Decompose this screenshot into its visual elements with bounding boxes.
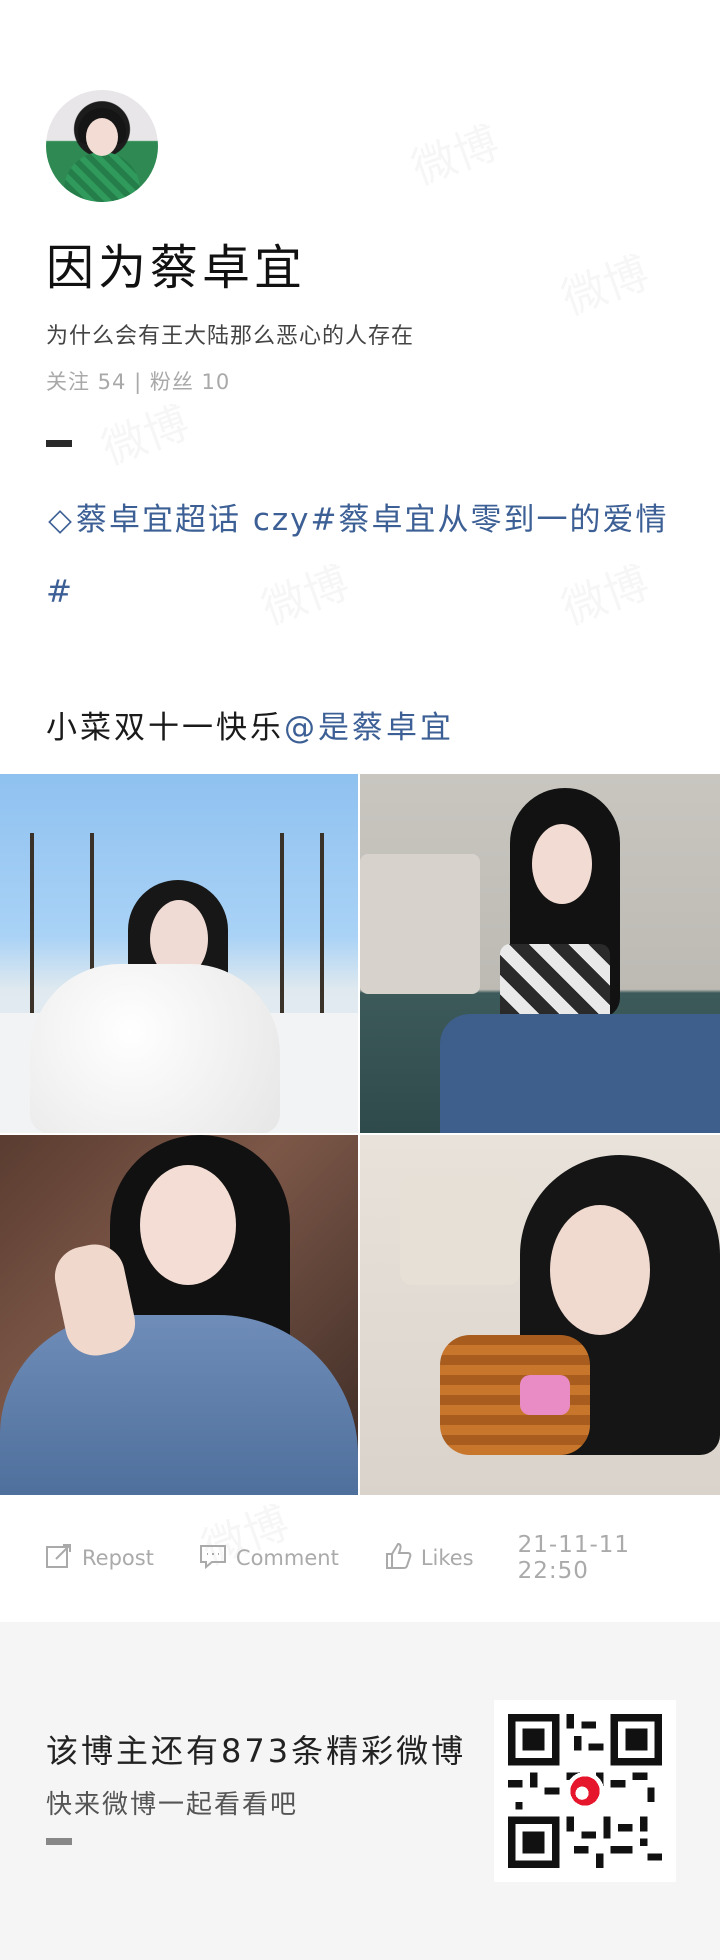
weibo-share-card: 微博 微博 微博 微博 微博 微博 因为蔡卓宜 为什么会有王大陆那么恶心的人存在…	[0, 0, 720, 1960]
qr-code[interactable]	[494, 1700, 676, 1882]
post-body: 小菜双十一快乐	[46, 710, 284, 746]
footer-subtitle: 快来微博一起看看吧	[46, 1790, 299, 1820]
post-timestamp: 21-11-11 22:50	[517, 1532, 631, 1584]
follow-stats: 关注 54 | 粉丝 10	[46, 370, 231, 394]
white-coat	[30, 964, 280, 1133]
photo-2[interactable]	[360, 774, 720, 1133]
photo-grid	[0, 774, 720, 1495]
avatar-coat	[64, 152, 140, 202]
pillow	[400, 1175, 520, 1285]
repost-button[interactable]: Repost	[44, 1541, 154, 1576]
bio: 为什么会有王大陆那么恶心的人存在	[46, 324, 415, 349]
topic-link[interactable]: ◇蔡卓宜超话 czy#蔡卓宜从零到一的爱情#	[46, 484, 676, 628]
qr-code-icon	[508, 1714, 662, 1868]
avatar[interactable]	[46, 90, 158, 202]
footer-promo: 该博主还有873条精彩微博 快来微博一起看看吧	[0, 1622, 720, 1960]
tree	[30, 833, 34, 1023]
topic-text: 蔡卓宜超话 czy#蔡卓宜从零到一的爱情#	[46, 502, 669, 610]
denim-jacket	[0, 1315, 358, 1495]
photo-1[interactable]	[0, 774, 358, 1133]
jeans	[440, 1014, 720, 1133]
photo-4[interactable]	[360, 1135, 720, 1495]
mention-link[interactable]: @是蔡卓宜	[284, 710, 454, 746]
action-bar: Repost Comment Likes 21-11-11 22:50	[44, 1532, 684, 1584]
sofa	[360, 854, 480, 994]
username[interactable]: 因为蔡卓宜	[46, 228, 306, 298]
comment-label: Comment	[235, 1546, 339, 1570]
thumbs-up-icon	[383, 1541, 413, 1576]
comment-icon	[198, 1541, 228, 1576]
avatar-face	[86, 118, 118, 156]
tree	[320, 833, 324, 1023]
photo-3[interactable]	[0, 1135, 358, 1495]
footer-title: 该博主还有873条精彩微博	[46, 1732, 467, 1770]
photo-face	[550, 1205, 650, 1335]
repost-label: Repost	[82, 1546, 154, 1570]
tree	[280, 833, 284, 1023]
photo-face	[532, 824, 592, 904]
footer-divider	[46, 1838, 72, 1845]
toy-heart	[520, 1375, 570, 1415]
likes-label: Likes	[420, 1546, 474, 1570]
photo-face	[140, 1165, 236, 1285]
like-button[interactable]: Likes	[383, 1541, 474, 1576]
post-text: 小菜双十一快乐@是蔡卓宜	[46, 702, 454, 747]
divider	[46, 440, 72, 447]
comment-button[interactable]: Comment	[198, 1541, 339, 1576]
watermark: 微博	[552, 237, 657, 327]
diamond-icon: ◇	[48, 502, 74, 538]
repost-icon	[44, 1541, 74, 1576]
watermark: 微博	[92, 387, 197, 477]
watermark: 微博	[402, 107, 507, 197]
